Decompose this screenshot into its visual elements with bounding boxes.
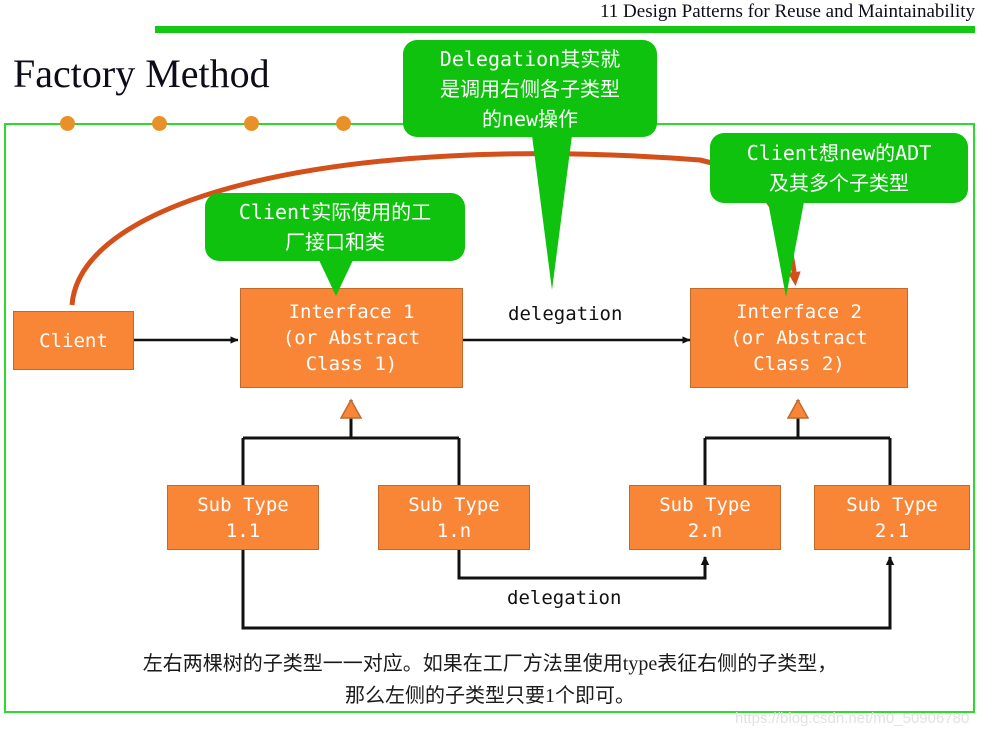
node-interface-1[interactable]: Interface 1 (or Abstract Class 1) [240, 288, 463, 388]
callout-tail-delegation [530, 120, 574, 290]
slide-canvas: 11 Design Patterns for Reuse and Maintai… [0, 0, 991, 740]
node-line: Sub Type [197, 493, 289, 516]
node-line: 2.1 [874, 519, 910, 542]
node-line: (or Abstract [730, 327, 868, 349]
caption: 左右两棵树的子类型一一对应。如果在工厂方法里使用type表征右侧的子类型， 那么… [20, 648, 960, 712]
node-line: Sub Type [659, 493, 751, 516]
node-sub-type-1-1[interactable]: Sub Type 1.1 [167, 485, 319, 550]
callout-line: 的new操作 [481, 106, 579, 131]
node-interface-2[interactable]: Interface 2 (or Abstract Class 2) [690, 288, 908, 388]
edge-label-delegation-bottom: delegation [507, 587, 622, 609]
callout-line: Client想new的ADT [746, 141, 932, 165]
node-line: Interface 2 [736, 301, 862, 323]
callout-client-adt-note: Client想new的ADT 及其多个子类型 [710, 133, 968, 203]
bullet-dot-1 [60, 116, 75, 131]
caption-line-1: 左右两棵树的子类型一一对应。如果在工厂方法里使用type表征右侧的子类型， [142, 653, 838, 675]
node-line: 2.n [687, 519, 723, 542]
callout-client-factory-note: Client实际使用的工 厂接口和类 [205, 193, 465, 261]
node-client[interactable]: Client [13, 311, 134, 370]
header-title: 11 Design Patterns for Reuse and Maintai… [600, 1, 975, 22]
node-line: Client [39, 329, 108, 352]
node-line: Sub Type [408, 493, 500, 516]
bullet-dot-2 [152, 116, 167, 131]
callout-tail-client-adt [768, 202, 804, 297]
callout-line: Client实际使用的工 [238, 200, 432, 224]
callout-line: Delegation其实就 [439, 46, 621, 71]
node-line: Class 1) [305, 353, 398, 375]
node-sub-type-2-n[interactable]: Sub Type 2.n [629, 485, 781, 550]
node-line: 1.1 [225, 519, 261, 542]
node-line: (or Abstract [282, 327, 421, 349]
node-line: 1.n [436, 519, 472, 542]
node-line: Class 2) [753, 353, 845, 375]
page-title: Factory Method [13, 51, 270, 96]
callout-tail-client-factory [318, 258, 354, 296]
node-sub-type-1-n[interactable]: Sub Type 1.n [378, 485, 530, 550]
node-line: Interface 1 [288, 301, 415, 323]
callout-line: 厂接口和类 [285, 230, 385, 254]
callout-line: 及其多个子类型 [769, 171, 909, 195]
caption-line-2: 那么左侧的子类型只要1个即可。 [345, 685, 635, 707]
node-sub-type-2-1[interactable]: Sub Type 2.1 [814, 485, 970, 550]
callout-line: 是调用右侧各子类型 [440, 76, 620, 101]
edge-label-delegation-top: delegation [508, 303, 623, 325]
callout-delegation-note: Delegation其实就 是调用右侧各子类型 的new操作 [403, 40, 657, 137]
bullet-dot-4 [336, 116, 351, 131]
node-line: Sub Type [846, 493, 938, 516]
watermark: https://blog.csdn.net/m0_50906780 [735, 710, 970, 727]
header-green-rule [155, 26, 975, 33]
content-frame [4, 123, 975, 713]
bullet-dot-3 [244, 116, 259, 131]
